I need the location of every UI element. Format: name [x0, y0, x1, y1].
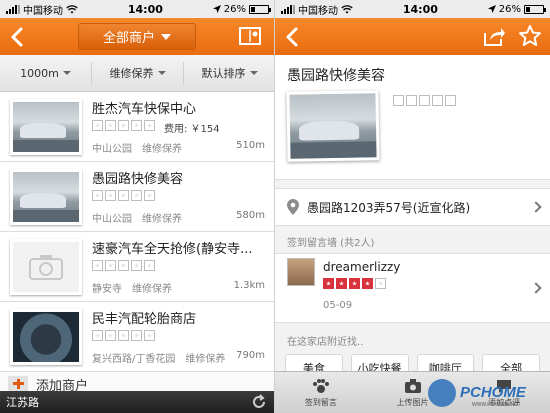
- category-dropdown-label: 全部商户: [102, 31, 155, 46]
- favorite-star-icon[interactable]: [518, 24, 542, 48]
- shop-thumbnail: [10, 99, 82, 155]
- nav-bar: [275, 18, 550, 55]
- checkin-entry[interactable]: dreamerlizzy 05-09: [275, 253, 550, 323]
- signal-icon: [6, 4, 20, 14]
- shop-thumbnail: [10, 309, 82, 365]
- location-bar: 江苏路: [0, 391, 275, 413]
- share-icon[interactable]: [482, 25, 506, 47]
- avatar: [287, 258, 315, 286]
- distance-filter-label: 1000m: [20, 66, 59, 80]
- list-screen: 中国移动 14:00 26% 全部商户 1000m 维修保养 默认排序 胜杰汽车…: [0, 0, 275, 413]
- shop-meta: 静安寺 维修保养: [92, 284, 172, 295]
- address-row[interactable]: 愚园路1203弄57号(近宣化路): [275, 188, 550, 226]
- battery-percent: 26%: [498, 3, 521, 15]
- tab-checkin-label: 签到留言: [304, 397, 337, 407]
- shop-fee: 费用: ￥154: [164, 124, 220, 135]
- location-arrow-icon: [487, 5, 496, 13]
- rating-stars: [92, 190, 155, 201]
- detail-screen: 中国移动 14:00 26% 愚园路快修美容 愚园路1203弄57号(近宣化路): [275, 0, 550, 413]
- carrier-label: 中国移动: [23, 5, 63, 17]
- shop-meta: 中山公园 维修保养: [92, 144, 182, 155]
- shop-name: 胜杰汽车快保中心: [92, 102, 197, 117]
- chevron-right-icon: [530, 282, 542, 294]
- list-item[interactable]: 愚园路快修美容 中山公园 维修保养 580m: [0, 162, 275, 232]
- shop-name: 愚园路快修美容: [92, 172, 184, 187]
- location-pin-icon: [287, 199, 299, 215]
- rating-stars: [92, 260, 155, 271]
- caret-down-icon: [161, 33, 171, 40]
- shop-distance: 510m: [236, 140, 265, 151]
- rating-stars: [92, 330, 155, 341]
- clock: 14:00: [402, 2, 438, 16]
- checkin-username: dreamerlizzy: [323, 260, 401, 274]
- nav-bar: 全部商户: [0, 18, 275, 55]
- shop-thumbnail: [10, 239, 82, 295]
- shop-header: 愚园路快修美容: [275, 55, 550, 180]
- map-icon[interactable]: [239, 26, 261, 46]
- rating-stars: [92, 120, 155, 131]
- shop-name: 速豪汽车全天抢修(静安寺...: [92, 242, 253, 257]
- location-arrow-icon: [212, 5, 221, 13]
- status-bar: 中国移动 14:00 26%: [0, 0, 275, 18]
- category-filter-label: 维修保养: [109, 67, 154, 80]
- tab-upload-photo-label: 上传图片: [396, 397, 429, 407]
- status-bar: 中国移动 14:00 26%: [275, 0, 550, 18]
- clock: 14:00: [127, 2, 163, 16]
- shop-photo[interactable]: [286, 90, 380, 162]
- shop-name: 民丰汽配轮胎商店: [92, 312, 197, 327]
- watermark-brand: PCHOME: [460, 384, 527, 401]
- sort-filter[interactable]: 默认排序: [184, 62, 275, 84]
- rating-stars: [393, 95, 456, 106]
- divider: [274, 0, 275, 413]
- shop-meta: 中山公园 维修保养: [92, 214, 182, 225]
- tab-checkin[interactable]: 签到留言: [275, 372, 367, 413]
- shop-distance: 790m: [236, 350, 265, 361]
- wifi-icon: [66, 4, 78, 13]
- list-item[interactable]: 速豪汽车全天抢修(静安寺... 静安寺 维修保养 1.3km: [0, 232, 275, 302]
- refresh-icon[interactable]: [251, 394, 267, 410]
- signal-icon: [281, 4, 295, 14]
- shop-title: 愚园路快修美容: [287, 68, 385, 84]
- nearby-label: 在这家店附近找..: [287, 337, 364, 348]
- checkin-date: 05-09: [323, 300, 353, 311]
- checkin-section-label: 签到留言墙 (共2人): [287, 238, 375, 249]
- pchome-watermark: PCHOME WWW.PCHOME.NET: [428, 379, 527, 408]
- sort-filter-label: 默认排序: [201, 67, 246, 80]
- camera-placeholder-icon: [29, 255, 63, 280]
- shop-meta: 复兴西路/丁香花园 维修保养: [92, 354, 226, 365]
- wifi-icon: [341, 4, 353, 13]
- battery-icon: [249, 4, 271, 14]
- filter-bar: 1000m 维修保养 默认排序: [0, 55, 275, 92]
- shop-distance: 580m: [236, 210, 265, 221]
- list-item[interactable]: 民丰汽配轮胎商店 复兴西路/丁香花园 维修保养 790m: [0, 302, 275, 372]
- camera-icon: [404, 378, 421, 393]
- add-icon: [8, 376, 28, 392]
- battery-icon: [524, 4, 546, 14]
- category-filter[interactable]: 维修保养: [92, 62, 184, 84]
- checkin-rating-stars: [323, 278, 386, 289]
- watermark-site: WWW.PCHOME.NET: [472, 402, 521, 408]
- back-icon[interactable]: [6, 25, 30, 49]
- category-dropdown[interactable]: 全部商户: [78, 23, 196, 50]
- list-item[interactable]: 胜杰汽车快保中心 费用: ￥154 中山公园 维修保养 510m: [0, 92, 275, 162]
- shop-address: 愚园路1203弄57号(近宣化路): [307, 200, 471, 215]
- shop-distance: 1.3km: [233, 280, 265, 291]
- chevron-right-icon: [530, 201, 542, 213]
- caret-down-icon: [157, 71, 166, 75]
- distance-filter[interactable]: 1000m: [0, 62, 92, 84]
- back-icon[interactable]: [281, 25, 305, 49]
- carrier-label: 中国移动: [298, 5, 338, 17]
- current-location: 江苏路: [6, 396, 39, 409]
- caret-down-icon: [62, 71, 71, 75]
- battery-percent: 26%: [223, 3, 246, 15]
- caret-down-icon: [249, 71, 258, 75]
- paw-icon: [312, 378, 329, 393]
- shop-thumbnail: [10, 169, 82, 225]
